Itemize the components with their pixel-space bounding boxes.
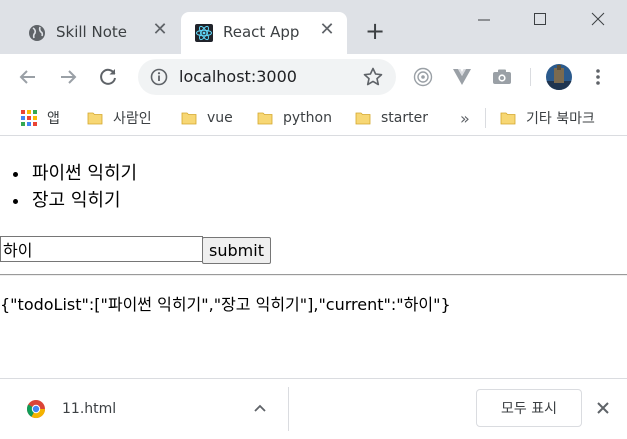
maximize-icon[interactable] — [530, 10, 550, 30]
camera-icon[interactable] — [491, 66, 513, 88]
bookmarks-bar: 앱 사람인 vue python starter » 기타 북마크 — [0, 100, 627, 136]
close-icon[interactable]: ✕ — [152, 21, 168, 39]
page-content: 파이썬 익히기 장고 익히기 submit {"todoList":["파이썬 … — [0, 137, 627, 378]
divider — [0, 274, 627, 276]
todo-item: 장고 익히기 — [30, 187, 137, 214]
url-text: localhost:3000 — [179, 67, 297, 86]
tab-title: Skill Note — [56, 23, 127, 41]
address-bar[interactable]: localhost:3000 — [138, 59, 396, 95]
bookmark-label: 앱 — [47, 111, 60, 127]
profile-avatar[interactable] — [545, 63, 573, 91]
minimize-icon[interactable] — [474, 10, 494, 30]
globe-icon — [29, 25, 45, 41]
state-json-output: {"todoList":["파이썬 익히기","장고 익히기"],"curren… — [0, 295, 451, 314]
todo-list: 파이썬 익히기 장고 익히기 — [30, 160, 137, 214]
browser-titlebar: Skill Note ✕ React App ✕ + — [0, 0, 627, 54]
menu-kebab-icon[interactable] — [587, 66, 609, 88]
close-icon[interactable]: ✕ — [319, 21, 335, 39]
bookmark-label: python — [283, 110, 332, 126]
submit-button[interactable]: submit — [202, 237, 271, 264]
bookmark-star-icon[interactable] — [362, 66, 384, 88]
tab-title: React App — [223, 23, 300, 41]
reload-icon[interactable] — [96, 65, 120, 89]
folder-icon — [87, 112, 103, 125]
bookmark-folder-other[interactable]: 기타 북마크 — [500, 100, 595, 136]
close-icon[interactable] — [594, 399, 612, 417]
folder-icon — [257, 112, 273, 125]
download-item[interactable]: 11.html — [0, 379, 289, 439]
bookmark-apps[interactable]: 앱 — [21, 100, 60, 136]
extension-spiral-icon[interactable] — [412, 66, 434, 88]
info-icon[interactable] — [150, 68, 168, 86]
bookmark-folder-python[interactable]: python — [257, 100, 332, 136]
bookmark-label: 사람인 — [113, 111, 152, 127]
folder-icon — [181, 112, 197, 125]
show-all-button[interactable]: 모두 표시 — [476, 389, 582, 427]
todo-item: 파이썬 익히기 — [30, 160, 137, 187]
toolbar-divider — [530, 68, 531, 86]
forward-arrow-icon[interactable] — [56, 65, 80, 89]
folder-icon — [500, 112, 516, 125]
download-file-name: 11.html — [62, 401, 117, 417]
bookmark-folder-vue[interactable]: vue — [181, 100, 233, 136]
apps-grid-icon — [21, 110, 37, 126]
browser-toolbar: localhost:3000 — [0, 54, 627, 100]
bookmarks-divider — [485, 108, 486, 128]
bookmark-label: starter — [381, 110, 428, 126]
vue-devtools-icon[interactable] — [451, 66, 473, 88]
bookmark-folder-saramin[interactable]: 사람인 — [87, 100, 152, 136]
chrome-icon — [26, 400, 45, 419]
back-arrow-icon[interactable] — [16, 65, 40, 89]
react-logo-icon — [195, 24, 213, 42]
shelf-divider — [288, 387, 289, 431]
bookmarks-overflow-button[interactable]: » — [460, 100, 470, 136]
bookmark-label: 기타 북마크 — [526, 111, 595, 127]
tab-skill-note[interactable]: Skill Note ✕ — [14, 12, 180, 54]
tab-react-app[interactable]: React App ✕ — [181, 12, 347, 54]
todo-input[interactable] — [0, 236, 203, 262]
bookmark-folder-starter[interactable]: starter — [355, 100, 428, 136]
window-close-icon[interactable] — [588, 10, 608, 30]
folder-icon — [355, 112, 371, 125]
bookmark-label: vue — [207, 110, 233, 126]
new-tab-button[interactable]: + — [364, 19, 386, 43]
chevron-up-icon[interactable] — [253, 401, 267, 415]
download-shelf: 11.html 모두 표시 — [0, 378, 627, 439]
